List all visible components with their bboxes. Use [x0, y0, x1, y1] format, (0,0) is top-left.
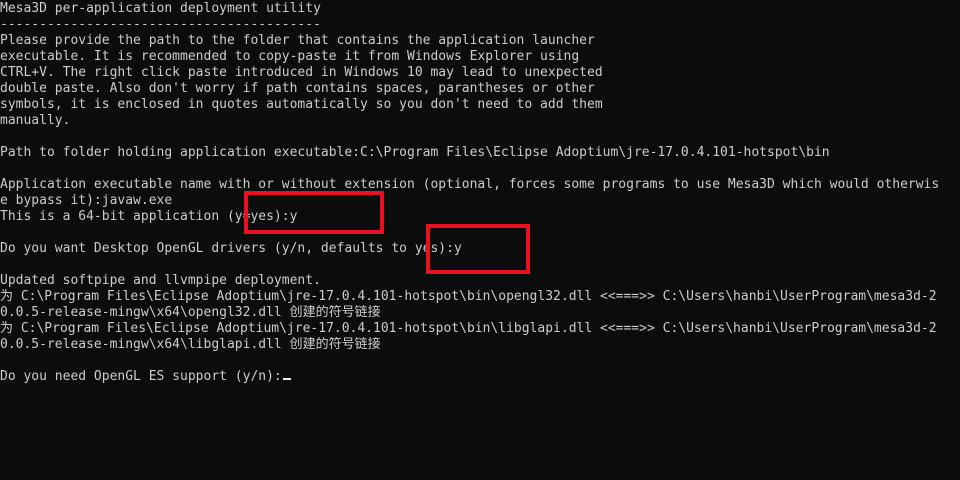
terminal-line: Path to folder holding application execu…: [0, 145, 830, 160]
terminal-line: Please provide the path to the folder th…: [0, 33, 595, 48]
terminal-line: 0.0.5-release-mingw\x64\opengl32.dll 创建的…: [0, 305, 381, 320]
terminal-line: manually.: [0, 113, 71, 128]
terminal-line: 为 C:\Program Files\Eclipse Adoptium\jre-…: [0, 321, 937, 336]
terminal-line: e bypass it):javaw.exe: [0, 193, 173, 208]
terminal-output: Mesa3D per-application deployment utilit…: [0, 1, 960, 385]
terminal-line: Mesa3D per-application deployment utilit…: [0, 1, 321, 16]
terminal-line: Updated softpipe and llvmpipe deployment…: [0, 273, 321, 288]
text-cursor: [282, 378, 291, 380]
terminal-line: Do you want Desktop OpenGL drivers (y/n,…: [0, 241, 462, 256]
terminal-line: symbols, it is enclosed in quotes automa…: [0, 97, 603, 112]
terminal-line: Application executable name with or with…: [0, 177, 940, 192]
terminal-line: 为 C:\Program Files\Eclipse Adoptium\jre-…: [0, 289, 937, 304]
terminal-prompt-line[interactable]: Do you need OpenGL ES support (y/n):: [0, 369, 960, 385]
terminal-line: ----------------------------------------…: [0, 17, 321, 32]
terminal-line: 0.0.5-release-mingw\x64\libglapi.dll 创建的…: [0, 337, 381, 352]
terminal-line: CTRL+V. The right click paste introduced…: [0, 65, 603, 80]
terminal-window[interactable]: Mesa3D per-application deployment utilit…: [0, 0, 960, 480]
terminal-line: double paste. Also don't worry if path c…: [0, 81, 595, 96]
terminal-line: executable. It is recommended to copy-pa…: [0, 49, 580, 64]
terminal-prompt-text: Do you need OpenGL ES support (y/n):: [0, 369, 282, 384]
scrollbar[interactable]: [950, 0, 960, 480]
terminal-line: This is a 64-bit application (y=yes):y: [0, 209, 298, 224]
